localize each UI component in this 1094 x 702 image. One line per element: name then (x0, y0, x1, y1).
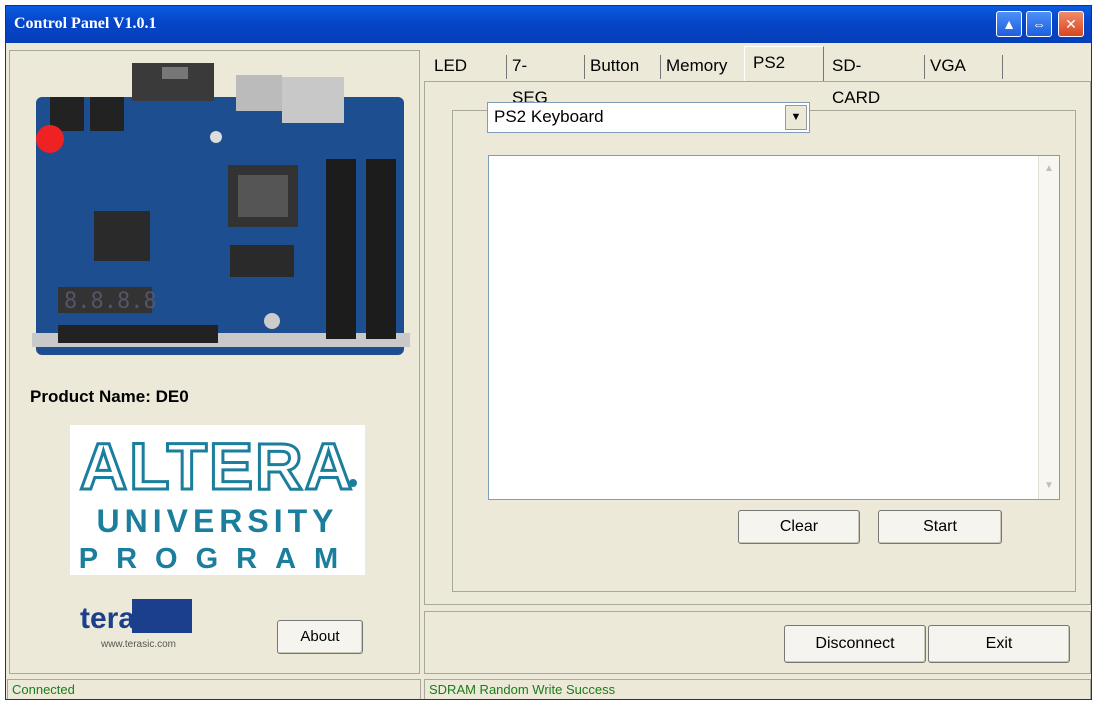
exit-button[interactable]: Exit (928, 625, 1070, 663)
status-connection: Connected (7, 679, 421, 699)
control-panel-window: Control Panel V1.0.1 ▲ ⇔ ✕ 8.8.8.8 Produ… (5, 5, 1092, 700)
restore-button[interactable]: ⇔ (1026, 11, 1052, 37)
terasic-logo: terasIC www.terasic.com (76, 597, 201, 655)
de0-board-image: 8.8.8.8 (32, 63, 410, 355)
ps2-device-value: PS2 Keyboard (494, 107, 604, 126)
svg-text:ALTERA: ALTERA (80, 429, 355, 499)
tab-divider (660, 55, 661, 79)
tab-7seg[interactable]: 7-SEG (512, 50, 548, 107)
close-icon: ✕ (1065, 16, 1077, 32)
ps2-output-textarea[interactable]: ▲ ▼ (488, 155, 1060, 500)
about-button[interactable]: About (277, 620, 363, 654)
altera-university-logo: ALTERA UNIVERSITY PROGRAM (70, 425, 365, 575)
ps2-device-select[interactable]: PS2 Keyboard ▼ (487, 102, 810, 133)
status-message: SDRAM Random Write Success (424, 679, 1091, 699)
tab-sd-card[interactable]: SD-CARD (832, 50, 880, 107)
product-name: Product Name: DE0 (30, 387, 189, 406)
tab-ps2[interactable]: PS2 (744, 46, 824, 81)
terasic-url: www.terasic.com (100, 639, 176, 650)
disconnect-button[interactable]: Disconnect (784, 625, 926, 663)
start-button[interactable]: Start (878, 510, 1002, 544)
tab-button[interactable]: Button (590, 50, 639, 81)
scroll-down-icon[interactable]: ▼ (1040, 477, 1058, 495)
tab-divider (584, 55, 585, 79)
minimize-button[interactable]: ▲ (996, 11, 1022, 37)
tab-divider (506, 55, 507, 79)
title-bar[interactable]: Control Panel V1.0.1 ▲ ⇔ ✕ (6, 6, 1091, 43)
tab-divider (1002, 55, 1003, 79)
chevron-down-icon[interactable]: ▼ (785, 105, 807, 130)
vertical-scrollbar[interactable]: ▲ ▼ (1038, 156, 1059, 499)
status-bar: Connected SDRAM Random Write Success (6, 679, 1091, 699)
product-panel: 8.8.8.8 Product Name: DE0 ALTERA UNIVERS… (9, 50, 420, 674)
tab-led[interactable]: LED (434, 50, 467, 81)
restore-icon: ⇔ (1032, 16, 1046, 32)
clear-button[interactable]: Clear (738, 510, 860, 544)
svg-text:8.8.8.8: 8.8.8.8 (64, 289, 157, 314)
window-title: Control Panel V1.0.1 (14, 15, 157, 32)
logo-university-text: UNIVERSITY (96, 503, 339, 539)
tab-divider (924, 55, 925, 79)
tab-vga[interactable]: VGA (930, 50, 966, 81)
scroll-up-icon[interactable]: ▲ (1040, 160, 1058, 178)
minimize-icon: ▲ (1002, 16, 1016, 32)
tab-memory[interactable]: Memory (666, 50, 727, 81)
altera-wordmark: ALTERA (78, 428, 357, 505)
close-button[interactable]: ✕ (1058, 11, 1084, 37)
logo-program-text: PROGRAM (78, 543, 357, 575)
svg-text:terasIC: terasIC (80, 602, 182, 635)
